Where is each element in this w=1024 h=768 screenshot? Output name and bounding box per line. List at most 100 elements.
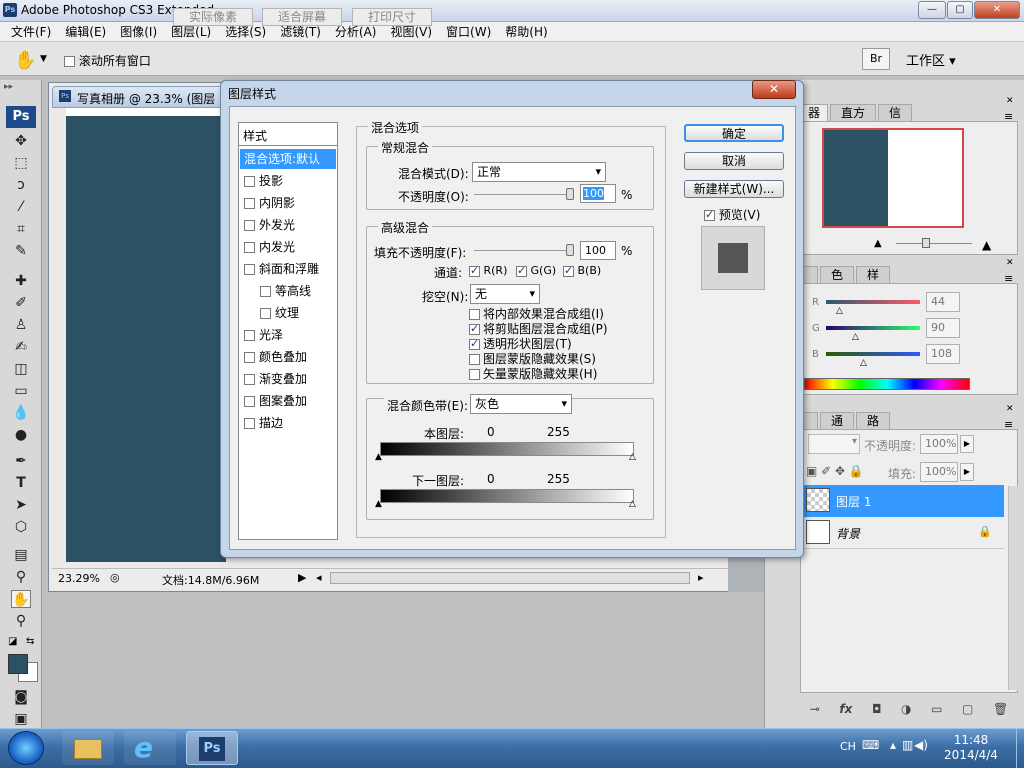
channel-r-checkbox[interactable] [469,264,480,277]
document-tab[interactable]: Ps 写真相册 @ 23.3% (图层 [52,86,232,108]
style-item[interactable]: 等高线 [240,281,336,301]
style-item[interactable]: 图案叠加 [240,391,336,411]
volume-icon[interactable]: ◀) [914,738,928,752]
menu-window[interactable]: 窗口(W) [439,22,498,42]
advanced-option[interactable]: 矢量蒙版隐藏效果(H) [469,365,597,382]
opacity-slider-thumb[interactable] [566,188,574,200]
layer-fx-icon[interactable]: fx [839,702,852,716]
slice-tool-icon[interactable]: ✎ [11,242,31,260]
workspace-menu[interactable]: 工作区 ▾ [906,50,956,69]
style-item[interactable]: 渐变叠加 [240,369,336,389]
style-checkbox[interactable] [244,396,255,407]
opacity-arrow-icon[interactable]: ▶ [960,435,974,453]
notes-tool-icon[interactable]: ▤ [11,546,31,564]
swap-colors-icon[interactable]: ⇆ [26,636,34,647]
fill-opacity-slider-thumb[interactable] [566,244,574,256]
scroll-all-checkbox[interactable] [64,56,75,67]
dialog-close-button[interactable]: ✕ [752,80,796,99]
style-checkbox[interactable] [244,352,255,363]
menu-help[interactable]: 帮助(H) [498,22,554,42]
knockout-select[interactable]: 无 [470,284,540,304]
tab-channels[interactable]: 通道 [820,412,854,444]
this-layer-gradient[interactable] [380,442,634,456]
eyedropper-tool-icon[interactable]: ⚲ [11,568,31,586]
advanced-option-checkbox[interactable] [469,369,480,380]
style-checkbox[interactable] [260,308,271,319]
layer-row-1[interactable]: 图层 1 [800,485,1004,517]
pen-tool-icon[interactable]: ✒ [11,452,31,470]
color-b-slider[interactable] [826,352,920,356]
tab-swatches[interactable]: 色板 [820,266,854,298]
layers-panel-close-icon[interactable]: ✕ [1006,404,1014,414]
navigator-zoom-slider[interactable] [896,243,972,244]
blend-mode-dropdown[interactable]: ▾ [808,434,860,454]
zoom-level[interactable]: 23.29% [58,572,100,585]
status-arrow-icon[interactable]: ▶ [298,571,306,584]
r-slider-thumb-icon[interactable]: △ [836,306,843,316]
color-b-value[interactable]: 108 [926,344,960,364]
style-item[interactable]: 外发光 [240,215,336,235]
lasso-tool-icon[interactable]: ↄ [11,176,31,194]
gradient-tool-icon[interactable]: ▭ [11,382,31,400]
adjustment-layer-icon[interactable]: ◑ [901,702,911,716]
style-item[interactable]: 投影 [240,171,336,191]
layer-fill-value[interactable]: 100% [920,462,958,482]
channel-g-option[interactable]: G(G) [516,264,556,277]
show-desktop-button[interactable] [1016,728,1024,768]
delete-layer-icon[interactable]: 🗑 [993,702,1008,716]
advanced-option-checkbox[interactable] [469,309,480,320]
add-mask-icon[interactable]: ◘ [872,702,882,716]
style-item[interactable]: 描边 [240,413,336,433]
horizontal-scrollbar[interactable] [330,572,690,584]
healing-brush-tool-icon[interactable]: ✚ [11,272,31,290]
clone-stamp-tool-icon[interactable]: ♙ [11,316,31,334]
this-layer-black-thumb-icon[interactable]: ▲ [375,452,382,462]
screen-mode-icon[interactable]: ▣ [11,710,31,728]
link-layers-icon[interactable]: ⊸ [810,702,820,716]
tab-styles[interactable]: 样式 [856,266,890,298]
navigator-slider-thumb[interactable] [922,238,930,248]
magic-wand-tool-icon[interactable]: ⁄ [11,198,31,216]
layer-name[interactable]: 图层 1 [836,493,871,510]
scroll-right-icon[interactable]: ▸ [698,571,704,584]
fill-opacity-slider[interactable] [474,250,574,251]
g-slider-thumb-icon[interactable]: △ [852,332,859,342]
hand-tool-preset-icon[interactable]: ✋ [14,50,36,71]
style-checkbox[interactable] [244,220,255,231]
maximize-button[interactable]: ▢ [947,1,973,19]
layer-row-background[interactable]: 背景 🔒 [800,517,1004,549]
blur-tool-icon[interactable]: 💧 [11,404,31,422]
channel-g-checkbox[interactable] [516,264,527,277]
quick-mask-icon[interactable]: ◙ [11,688,31,706]
zoom-out-icon[interactable]: ▲ [874,238,882,249]
dodge-tool-icon[interactable]: ● [11,426,31,444]
preview-checkbox[interactable] [704,208,715,221]
style-item[interactable]: 光泽 [240,325,336,345]
style-checkbox[interactable] [244,264,255,275]
style-checkbox[interactable] [244,418,255,429]
advanced-option-checkbox[interactable] [469,354,480,365]
ok-button[interactable]: 确定 [684,124,784,142]
underlying-layer-gradient[interactable] [380,489,634,503]
tray-clock[interactable]: 11:48 2014/4/4 [928,733,1014,763]
color-g-slider[interactable] [826,326,920,330]
status-menu-icon[interactable]: ◎ [110,571,120,584]
eraser-tool-icon[interactable]: ◫ [11,360,31,378]
explorer-taskbar-button[interactable] [62,731,114,765]
scroll-all-windows-option[interactable]: 滚动所有窗口 [64,52,151,69]
channel-b-checkbox[interactable] [563,264,574,277]
fill-arrow-icon[interactable]: ▶ [960,463,974,481]
color-r-value[interactable]: 44 [926,292,960,312]
hand-tool-icon[interactable]: ✋ [11,590,31,608]
cancel-button[interactable]: 取消 [684,152,784,170]
style-checkbox[interactable] [244,198,255,209]
color-g-value[interactable]: 90 [926,318,960,338]
lock-icons[interactable]: ▣ ✐ ✥ 🔒 [806,464,864,478]
marquee-tool-icon[interactable]: ⬚ [11,154,31,172]
panel-menu-icon[interactable]: ≡ [1004,110,1013,123]
start-button[interactable] [8,731,44,765]
style-item[interactable]: 内发光 [240,237,336,257]
language-indicator[interactable]: CH [840,740,856,753]
brush-tool-icon[interactable]: ✐ [11,294,31,312]
document-canvas[interactable] [66,116,226,562]
